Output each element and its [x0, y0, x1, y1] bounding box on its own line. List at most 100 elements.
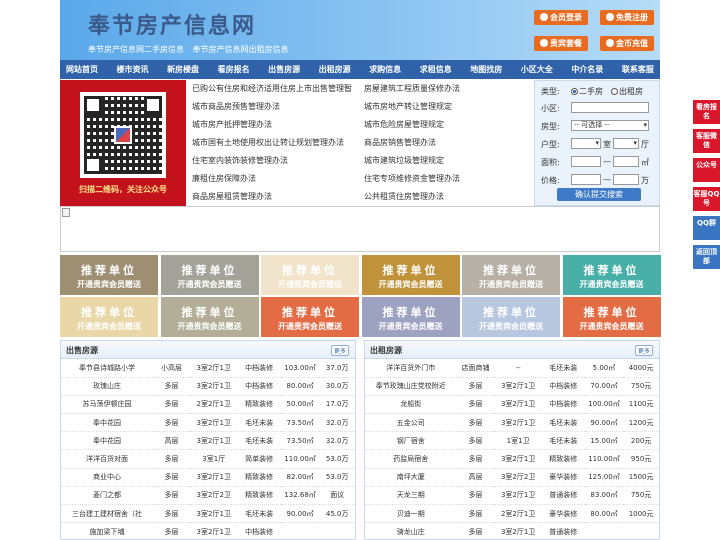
ad-subtitle: 开通贵宾会员赠送	[177, 280, 242, 289]
policy-link[interactable]: 商品房销售管理办法	[364, 137, 436, 148]
table-cell: 200元	[623, 431, 659, 451]
table-cell: 商业中心	[61, 468, 153, 487]
price-unit: 万	[641, 176, 649, 185]
search-form: 类型: 二手房 出租房 小区: 房型: -- 可选择 -- 户型: 室 厅 面积…	[534, 80, 660, 206]
table-row[interactable]: 苏马荡伊顿庄园 多层 2室2厅1卫 精致装修 50.00㎡ 17.0万	[61, 395, 355, 415]
table-row[interactable]: 玫瑰山庄 多层 3室2厅1卫 中档装修 80.00㎡ 30.0万	[61, 377, 355, 396]
table-cell: 15.00㎡	[584, 431, 624, 451]
ad-subtitle: 开通贵宾会员赠送	[278, 322, 342, 331]
ad-title: 推荐单位	[483, 264, 539, 277]
table-cell	[319, 522, 355, 539]
ad-slot[interactable]: 推荐单位 开通贵宾会员赠送	[361, 255, 460, 295]
table-row[interactable]: 三台建工建材宿舍（社 多层 3室2厅1卫 毛坯未装 90.00㎡ 45.0万	[61, 504, 355, 524]
side-button[interactable]: 公众号	[693, 158, 720, 182]
table-cell: 多层	[456, 449, 495, 469]
table-row[interactable]: 菱门之都 多层 3室2厅2卫 精致装修 132.68㎡ 面议	[61, 486, 355, 506]
policy-link[interactable]: 城市房产抵押管理办法	[192, 119, 272, 130]
table-cell: 1000元	[623, 504, 659, 524]
room-select[interactable]	[571, 138, 601, 149]
table-cell: 贝迪一期	[365, 504, 457, 524]
table-cell: 3室2厅1卫	[189, 504, 238, 524]
ad-subtitle: 开通贵宾会员赠送	[378, 322, 443, 331]
table-row[interactable]: 药监局宿舍 多层 3室2厅1卫 精致装修 110.00㎡ 950元	[365, 449, 659, 469]
rent-panel-header: 出租房源 更多	[365, 341, 659, 359]
size-max-input[interactable]	[613, 156, 639, 167]
size-min-input[interactable]	[571, 156, 601, 167]
table-row[interactable]: 天龙三期 多层 3室2厅1卫 普通装修 83.00㎡ 750元	[365, 486, 659, 506]
policy-link[interactable]: 城市房地产转让管理规定	[364, 101, 452, 112]
table-cell: 南坪大厦	[365, 468, 457, 487]
table-row[interactable]: 奉中花园 高层 3室2厅1卫 毛坯未装 73.50㎡ 32.0万	[61, 431, 355, 451]
side-button[interactable]: 客服QQ号	[693, 187, 720, 211]
house-type-select[interactable]: -- 可选择 --	[571, 120, 649, 131]
table-row[interactable]: 南坪大厦 高层 3室2厅2卫 豪华装修 125.00㎡ 1500元	[365, 468, 659, 487]
table-row[interactable]: 洋洋百货外门市 店面商铺 -- 毛坯未装 5.00㎡ 4000元	[365, 359, 659, 378]
policy-link[interactable]: 城市商品房预售管理办法	[192, 101, 280, 112]
opt-rent-label: 出租房	[619, 87, 643, 96]
table-cell: 30.0万	[319, 377, 355, 396]
table-row[interactable]: 五金公司 多层 3室2厅1卫 毛坯未装 90.00㎡ 1200元	[365, 413, 659, 433]
policy-link[interactable]: 公共租赁住房管理办法	[364, 191, 444, 202]
policy-link[interactable]: 城市危险房屋管理规定	[364, 119, 444, 130]
type-rent-radio[interactable]: 出租房	[611, 86, 643, 97]
ad-slot[interactable]: 推荐单位 开通贵宾会员赠送	[160, 255, 259, 295]
ad-slot[interactable]: 推荐单位 开通贵宾会员赠送	[160, 297, 259, 337]
policy-link[interactable]: 城市国有土地使用权出让转让规划管理办法	[192, 137, 344, 148]
table-cell: 132.68㎡	[280, 486, 320, 506]
table-row[interactable]: 商业中心 多层 3室2厅1卫 精致装修 82.00㎡ 53.0万	[61, 468, 355, 487]
side-button[interactable]: QQ群	[693, 216, 720, 240]
sale-more-link[interactable]: 更多	[330, 345, 349, 356]
table-row[interactable]: 洋洋百货对面 多层 3室1厅 简单装修 110.00㎡ 53.0万	[61, 449, 355, 469]
price-max-input[interactable]	[613, 174, 639, 185]
table-row[interactable]: 奉节县诗城路小学 小高层 3室2厅1卫 中档装修 103.00㎡ 37.0万	[61, 359, 355, 378]
table-cell: 1200元	[623, 413, 659, 433]
sale-panel: 出售房源 更多 奉节县诗城路小学 小高层 3室2厅1卫 中档装修 103.00㎡ 37.0…	[60, 340, 356, 540]
rent-more-link[interactable]: 更多	[634, 345, 653, 356]
table-row[interactable]: 奉中花园 多层 3室2厅1卫 毛坯未装 73.50㎡ 32.0万	[61, 413, 355, 433]
area-label: 小区:	[541, 104, 560, 113]
ad-slot[interactable]: 推荐单位 开通贵宾会员赠送	[562, 255, 661, 295]
ad-slot[interactable]: 推荐单位 开通贵宾会员赠送	[462, 255, 560, 295]
search-submit-button[interactable]: 确认提交搜索	[557, 188, 641, 201]
ad-slot[interactable]: 推荐单位 开通贵宾会员赠送	[261, 255, 359, 295]
table-cell: 多层	[456, 504, 495, 524]
table-cell: 125.00㎡	[584, 468, 624, 487]
table-cell: 110.00㎡	[584, 449, 624, 469]
ad-slot[interactable]: 推荐单位 开通贵宾会员赠送	[60, 255, 158, 295]
policy-link[interactable]: 城市建筑垃圾管理规定	[364, 155, 444, 166]
table-cell: 钢厂宿舍	[365, 431, 457, 451]
table-row[interactable]: 施加梁下埔 多层 3室2厅1卫 中档装修	[61, 522, 355, 539]
area-input[interactable]	[571, 102, 649, 113]
side-button[interactable]: 返回顶部	[693, 245, 720, 269]
policy-link[interactable]: 住宅室内装饰装修管理办法	[192, 155, 288, 166]
policy-link[interactable]: 房屋建筑工程质量保修办法	[364, 83, 460, 94]
ad-subtitle: 开通贵宾会员赠送	[579, 322, 644, 331]
side-button[interactable]: 客服微信	[693, 129, 720, 153]
type-secondhand-radio[interactable]: 二手房	[571, 86, 603, 97]
rent-table: 洋洋百货外门市 店面商铺 -- 毛坯未装 5.00㎡ 4000元 奉节玫瑰山庄党校附近 多层 3…	[365, 359, 659, 539]
policy-link[interactable]: 商品房屋租赁管理办法	[192, 191, 272, 202]
price-min-input[interactable]	[571, 174, 601, 185]
table-cell: 毛坯未装	[237, 431, 281, 451]
policy-link[interactable]: 住宅专项维修资金管理办法	[364, 173, 460, 184]
table-row[interactable]: 奉节玫瑰山庄党校附近 多层 3室2厅1卫 中档装修 70.00㎡ 750元	[365, 377, 659, 396]
table-row[interactable]: 骑龙山庄 多层 3室2厅1卫 普通装修	[365, 522, 659, 539]
table-cell: 洋洋百货外门市	[365, 359, 457, 378]
ad-slot[interactable]: 推荐单位 开通贵宾会员赠送	[562, 297, 661, 337]
hall-select[interactable]	[613, 138, 639, 149]
ad-slot[interactable]: 推荐单位 开通贵宾会员赠送	[261, 297, 359, 337]
side-button[interactable]: 看房报名	[693, 100, 720, 124]
table-cell: 药监局宿舍	[365, 449, 457, 469]
table-row[interactable]: 龙船街 多层 3室2厅1卫 中档装修 100.00㎡ 1100元	[365, 395, 659, 415]
table-row[interactable]: 贝迪一期 多层 2室2厅1卫 豪华装修 80.00㎡ 1000元	[365, 504, 659, 524]
table-cell: 53.0万	[319, 468, 355, 487]
policy-link[interactable]: 廉租住房保障办法	[192, 173, 256, 184]
table-row[interactable]: 钢厂宿舍 多层 1室1卫 毛坯未装 15.00㎡ 200元	[365, 431, 659, 451]
ad-slot[interactable]: 推荐单位 开通贵宾会员赠送	[462, 297, 560, 337]
table-cell: 90.00㎡	[584, 413, 624, 433]
policy-link[interactable]: 已购公有住房和经济适用住房上市出售管理暂	[192, 83, 352, 94]
ad-subtitle: 开通贵宾会员赠送	[378, 280, 443, 289]
ad-slot[interactable]: 推荐单位 开通贵宾会员赠送	[60, 297, 158, 337]
ad-slot[interactable]: 推荐单位 开通贵宾会员赠送	[361, 297, 460, 337]
table-cell: 5.00㎡	[584, 359, 624, 378]
